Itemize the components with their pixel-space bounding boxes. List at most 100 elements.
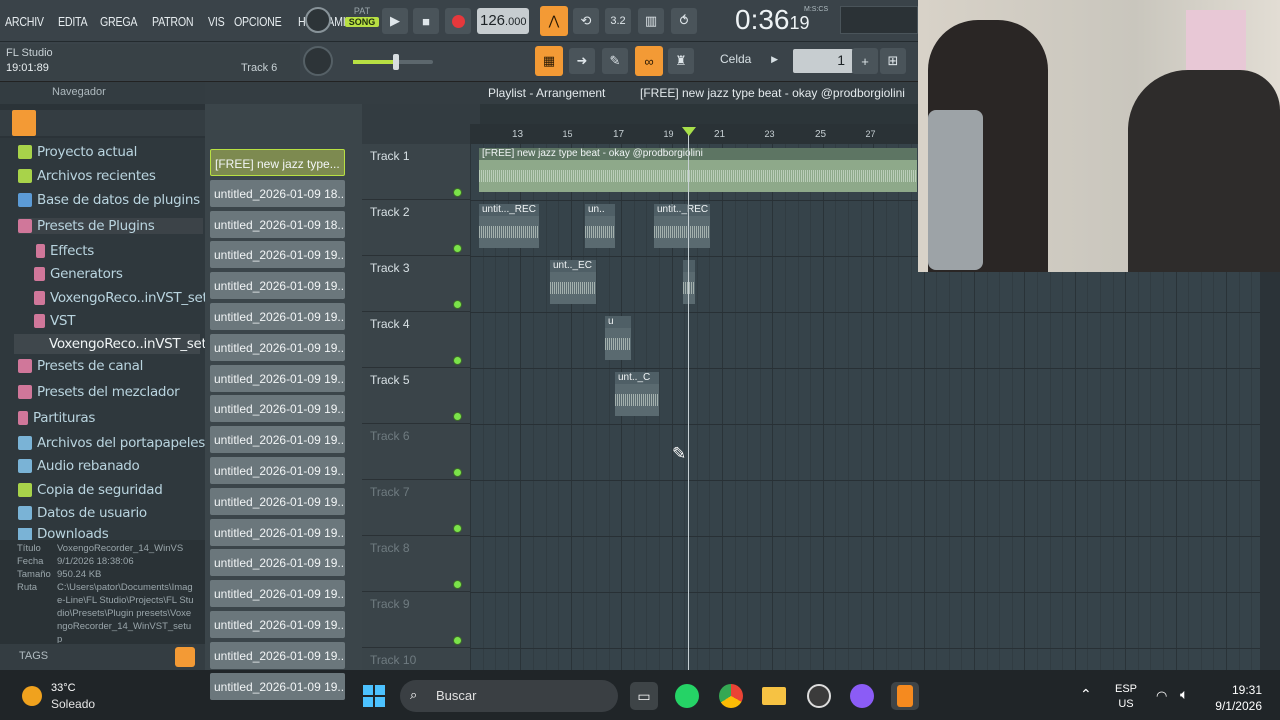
channel-item[interactable]: untitled_2026-01-09 19... [210, 580, 345, 608]
audio-clip[interactable]: [FREE] new jazz type beat - okay @prodbo… [479, 148, 917, 192]
browser-datos-usuario[interactable]: Datos de usuario [18, 505, 147, 521]
tray-chevron-icon[interactable]: ⌃ [1080, 686, 1092, 703]
playlist-button[interactable]: ▦ [535, 46, 563, 76]
channel-item[interactable]: untitled_2026-01-09 19... [210, 672, 345, 700]
snap-select[interactable]: Celda ▶ [715, 50, 783, 70]
slider-handle[interactable] [393, 54, 399, 70]
mixer-button[interactable]: ♜ [668, 48, 694, 74]
audio-clip[interactable]: untit.._REC [654, 204, 710, 248]
master-pitch-slider[interactable] [353, 54, 433, 70]
browser-effects[interactable]: Effects [36, 243, 94, 259]
track-header[interactable]: Track 6 [362, 424, 470, 480]
track-header[interactable]: Track 3 [362, 256, 470, 312]
browser-generators[interactable]: Generators [34, 266, 123, 282]
channel-item[interactable]: untitled_2026-01-09 19... [210, 611, 345, 638]
track-header[interactable]: Track 7 [362, 480, 470, 536]
audio-clip[interactable]: un.. [585, 204, 615, 248]
master-volume-knob[interactable] [305, 7, 331, 33]
track-header[interactable]: Track 9 [362, 592, 470, 648]
whatsapp-icon[interactable] [673, 682, 701, 710]
menu-patron[interactable]: PATRON [152, 14, 194, 29]
add-pattern-button[interactable]: + [852, 48, 878, 74]
track-header[interactable]: Track 2 [362, 200, 470, 256]
fl-studio-icon[interactable] [891, 682, 919, 710]
arrow-button[interactable]: ➜ [569, 48, 595, 74]
track-header[interactable]: Track 1 [362, 144, 470, 200]
track-mute-led[interactable] [453, 188, 462, 197]
track-header[interactable]: Track 8 [362, 536, 470, 592]
track-mute-led[interactable] [453, 412, 462, 421]
time-display[interactable]: 0:3619 M:S:CS [735, 4, 830, 38]
pitch-knob[interactable] [303, 46, 333, 76]
track-mute-led[interactable] [453, 356, 462, 365]
playhead-marker[interactable] [682, 127, 696, 136]
track-header[interactable]: Track 4 [362, 312, 470, 368]
audio-clip[interactable]: unt.._EC [550, 260, 596, 304]
channel-item-selected[interactable]: [FREE] new jazz type... [210, 149, 345, 176]
menu-archivo[interactable]: ARCHIV [5, 14, 44, 29]
windows-start-icon[interactable] [360, 682, 388, 710]
menu-vista[interactable]: VIS [208, 14, 225, 29]
track-mute-led[interactable] [453, 524, 462, 533]
track-header[interactable]: Track 5 [362, 368, 470, 424]
track-mute-led[interactable] [453, 244, 462, 253]
metronome-button[interactable]: ⋀ [540, 6, 568, 36]
play-button[interactable]: ▶ [382, 8, 408, 34]
channel-item[interactable]: untitled_2026-01-09 19... [210, 241, 345, 269]
browser-voxengo-folder[interactable]: VoxengoReco..inVST_setup [34, 290, 224, 306]
channel-item[interactable]: untitled_2026-01-09 19... [210, 364, 345, 392]
search-icon[interactable] [175, 647, 195, 667]
tempo-display[interactable]: 126.000 [477, 8, 529, 34]
browser-archivos-recientes[interactable]: Archivos recientes [18, 168, 156, 184]
step-edit-button[interactable]: ▥ [638, 8, 664, 34]
browser-proyecto-actual[interactable]: Proyecto actual [18, 144, 137, 160]
weather-widget[interactable]: 33°C Soleado [20, 680, 110, 714]
menu-opciones[interactable]: OPCIONE [234, 14, 282, 29]
menu-editar[interactable]: EDITA [58, 14, 88, 29]
playhead[interactable] [688, 128, 689, 670]
countdown-button[interactable]: 3.2 [605, 8, 631, 34]
browser-presets-plugins[interactable]: Presets de Plugins [18, 218, 203, 234]
pattern-selector[interactable]: 1 [793, 49, 853, 73]
obs-icon[interactable] [805, 682, 833, 710]
browser-portapapeles[interactable]: Archivos del portapapeles [18, 435, 205, 451]
wifi-icon[interactable]: ◠ [1156, 688, 1167, 704]
loop-record-button[interactable]: ⥀ [671, 8, 697, 34]
track-mute-led[interactable] [453, 580, 462, 589]
channel-item[interactable]: untitled_2026-01-09 19... [210, 457, 345, 484]
browser-tab-all[interactable] [12, 110, 36, 136]
track-mute-led[interactable] [453, 468, 462, 477]
channel-item[interactable]: untitled_2026-01-09 18... [210, 179, 345, 207]
browser-presets-canal[interactable]: Presets de canal [18, 358, 143, 374]
channel-item[interactable]: untitled_2026-01-09 18... [210, 210, 345, 238]
messenger-icon[interactable] [848, 682, 876, 710]
mixer-view-button[interactable]: ⊞ [880, 48, 906, 74]
browser-vst[interactable]: VST [34, 313, 75, 329]
audio-clip[interactable]: unt.._C [615, 372, 659, 416]
stop-button[interactable]: ■ [413, 8, 439, 34]
search-box[interactable]: ⌕ Buscar [400, 680, 618, 712]
audio-clip[interactable]: u [605, 316, 631, 360]
channel-item[interactable]: untitled_2026-01-09 19... [210, 549, 345, 577]
browser-audio-rebanado[interactable]: Audio rebanado [18, 458, 140, 474]
channel-item[interactable]: untitled_2026-01-09 19... [210, 487, 345, 515]
channel-item[interactable]: untitled_2026-01-09 19... [210, 303, 345, 330]
menu-agregar[interactable]: GREGA [100, 14, 138, 29]
volume-icon[interactable]: 🔈︎ [1180, 686, 1188, 703]
browser-copia-seguridad[interactable]: Copia de seguridad [18, 482, 163, 498]
chrome-icon[interactable] [717, 682, 745, 710]
channel-item[interactable]: untitled_2026-01-09 19... [210, 518, 345, 546]
browser-partituras[interactable]: Partituras [18, 410, 95, 426]
clock[interactable]: 19:31 9/1/2026 [1210, 682, 1262, 714]
record-button[interactable] [445, 8, 471, 34]
browser-presets-mezclador[interactable]: Presets del mezclador [18, 384, 180, 400]
channel-item[interactable]: untitled_2026-01-09 19... [210, 641, 345, 669]
track-mute-led[interactable] [453, 300, 462, 309]
audio-clip[interactable]: untit..._REC [479, 204, 539, 248]
audio-clip[interactable] [683, 260, 695, 304]
track-mute-led[interactable] [453, 636, 462, 645]
file-explorer-icon[interactable]: ▭ [630, 682, 658, 710]
pat-song-switch[interactable]: PAT SONG [345, 6, 379, 36]
channel-item[interactable]: untitled_2026-01-09 19... [210, 395, 345, 423]
pencil-button[interactable]: ✎ [602, 48, 628, 74]
